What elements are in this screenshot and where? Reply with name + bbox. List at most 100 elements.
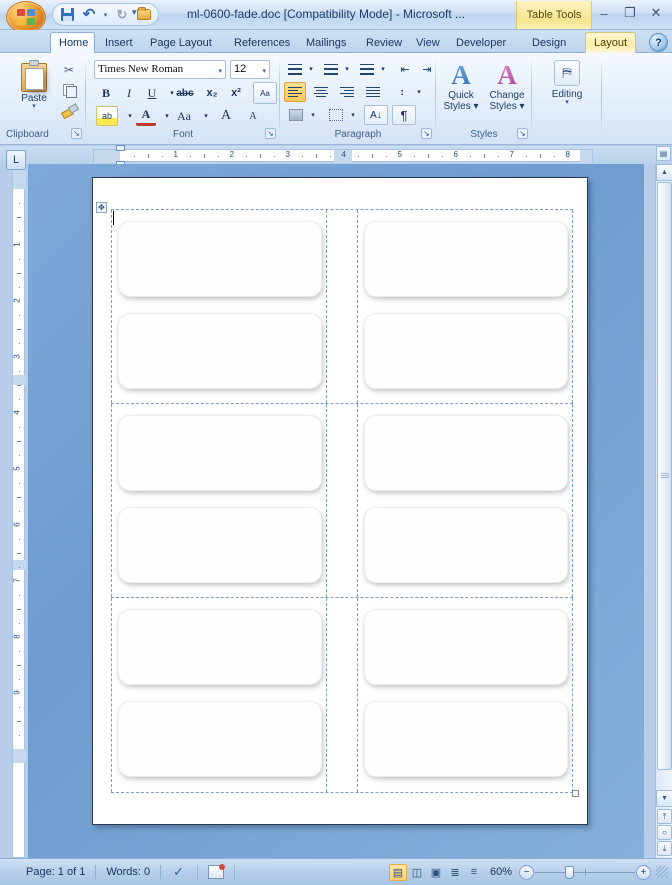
view-full-screen-reading-button[interactable]: ◫ bbox=[408, 864, 426, 881]
view-draft-button[interactable]: ≡ bbox=[465, 864, 483, 881]
select-browse-object-button[interactable]: ○ bbox=[657, 825, 672, 840]
label-shape[interactable] bbox=[119, 222, 321, 296]
label-shape[interactable] bbox=[119, 702, 321, 777]
table-cell[interactable] bbox=[111, 598, 327, 792]
italic-button[interactable]: I bbox=[119, 83, 139, 103]
language-status-button[interactable] bbox=[198, 863, 234, 881]
clear-formatting-button[interactable]: Aa bbox=[253, 82, 277, 104]
strikethrough-button[interactable]: abc bbox=[175, 83, 195, 103]
bullets-dropdown[interactable]: ▾ bbox=[306, 59, 316, 79]
label-shape[interactable] bbox=[365, 507, 567, 582]
shading-dropdown[interactable]: ▾ bbox=[308, 105, 318, 125]
minimize-button[interactable]: – bbox=[592, 4, 616, 22]
scroll-down-button[interactable]: ▼ bbox=[656, 790, 672, 807]
grow-font-button[interactable]: A bbox=[214, 106, 238, 126]
tab-design[interactable]: Design bbox=[524, 32, 574, 53]
table-resize-handle[interactable] bbox=[572, 790, 579, 797]
undo-dropdown[interactable]: ▾ bbox=[101, 5, 110, 24]
label-shape[interactable] bbox=[119, 610, 321, 685]
page-indicator[interactable]: Page: 1 of 1 bbox=[16, 863, 95, 881]
superscript-button[interactable]: x² bbox=[226, 83, 246, 103]
table-cell[interactable] bbox=[111, 210, 327, 403]
show-formatting-marks-button[interactable]: ¶ bbox=[392, 105, 416, 125]
bold-button[interactable]: B bbox=[96, 83, 116, 103]
paragraph-dialog-launcher[interactable]: ↘ bbox=[421, 128, 432, 139]
tab-insert[interactable]: Insert bbox=[97, 32, 141, 53]
previous-page-button[interactable]: ⤒ bbox=[657, 809, 672, 824]
align-left-button[interactable] bbox=[284, 82, 306, 102]
proofing-status-button[interactable] bbox=[161, 863, 197, 881]
zoom-slider-track[interactable] bbox=[535, 865, 635, 880]
paste-button[interactable]: Paste ▾ bbox=[12, 60, 56, 122]
word-count[interactable]: Words: 0 bbox=[96, 863, 160, 881]
zoom-out-button[interactable]: − bbox=[519, 864, 534, 880]
numbering-button[interactable] bbox=[320, 59, 342, 79]
tab-developer[interactable]: Developer bbox=[448, 32, 514, 53]
zoom-slider-handle[interactable] bbox=[565, 865, 574, 879]
label-shape[interactable] bbox=[365, 610, 567, 685]
label-shape[interactable] bbox=[119, 314, 321, 388]
multilevel-dropdown[interactable]: ▾ bbox=[378, 59, 388, 79]
label-shape[interactable] bbox=[365, 702, 567, 777]
sort-button[interactable]: A↓ bbox=[364, 105, 388, 125]
label-shape[interactable] bbox=[119, 415, 321, 490]
document-canvas[interactable]: ✥ bbox=[28, 164, 644, 858]
subscript-button[interactable]: x₂ bbox=[202, 83, 222, 103]
view-outline-button[interactable]: ≣ bbox=[446, 864, 464, 881]
scrollbar-thumb[interactable] bbox=[657, 182, 672, 770]
undo-button[interactable]: ↶ bbox=[79, 5, 99, 24]
label-shape[interactable] bbox=[365, 415, 567, 490]
numbering-dropdown[interactable]: ▾ bbox=[342, 59, 352, 79]
shading-button[interactable] bbox=[284, 105, 308, 125]
underline-button[interactable]: U bbox=[142, 83, 162, 103]
multilevel-list-button[interactable] bbox=[356, 59, 378, 79]
zoom-in-button[interactable]: + bbox=[636, 864, 651, 880]
change-case-dropdown[interactable]: ▾ bbox=[196, 106, 216, 126]
table-cell[interactable] bbox=[111, 403, 327, 598]
change-case-button[interactable]: Aa bbox=[172, 106, 196, 126]
close-button[interactable]: ✕ bbox=[644, 4, 668, 22]
view-print-layout-button[interactable]: ▤ bbox=[388, 863, 407, 881]
maximize-button[interactable]: ❐ bbox=[618, 4, 642, 22]
tab-references[interactable]: References bbox=[226, 32, 298, 53]
editing-button[interactable]: ⛿ Editing ▾ bbox=[544, 60, 590, 122]
clipboard-dialog-launcher[interactable]: ↘ bbox=[71, 128, 82, 139]
text-highlight-button[interactable]: ab bbox=[96, 106, 118, 126]
zoom-level-label[interactable]: 60% bbox=[484, 866, 518, 878]
table-row[interactable] bbox=[111, 598, 573, 793]
next-page-button[interactable]: ⤓ bbox=[657, 841, 672, 856]
save-button[interactable] bbox=[57, 5, 77, 24]
decrease-indent-button[interactable]: ⇤ bbox=[394, 59, 416, 79]
justify-button[interactable] bbox=[362, 82, 384, 102]
align-right-button[interactable] bbox=[336, 82, 358, 102]
customize-qat-button[interactable]: ▾ bbox=[132, 7, 137, 18]
tab-stop-selector[interactable]: L bbox=[6, 150, 26, 170]
redo-button[interactable]: ↻ bbox=[112, 5, 132, 24]
document-page[interactable]: ✥ bbox=[92, 177, 588, 825]
borders-button[interactable] bbox=[324, 105, 348, 125]
resize-grip-icon[interactable] bbox=[656, 866, 668, 878]
cut-button[interactable]: ✂ bbox=[58, 60, 80, 80]
styles-dialog-launcher[interactable]: ↘ bbox=[517, 128, 528, 139]
view-ruler-button[interactable]: ▤ bbox=[656, 146, 671, 161]
tab-review[interactable]: Review bbox=[358, 32, 410, 53]
label-shape[interactable] bbox=[365, 314, 567, 388]
tab-view[interactable]: View bbox=[408, 32, 448, 53]
horizontal-ruler[interactable]: 1 2 3 4 5 6 7 8 bbox=[93, 145, 593, 167]
table-row[interactable] bbox=[111, 403, 573, 599]
change-styles-button[interactable]: A Change Styles ▾ bbox=[484, 60, 530, 122]
bullets-button[interactable] bbox=[284, 59, 306, 79]
tab-layout[interactable]: Layout bbox=[585, 32, 637, 53]
font-size-combobox[interactable]: 12 ▾ bbox=[230, 60, 270, 79]
format-painter-button[interactable] bbox=[58, 100, 80, 120]
tab-home[interactable]: Home bbox=[50, 32, 95, 53]
quick-styles-button[interactable]: A Quick Styles ▾ bbox=[438, 60, 484, 122]
vertical-scrollbar[interactable]: ▲ ▼ ⤒ ○ ⤓ bbox=[655, 164, 672, 858]
tab-mailings[interactable]: Mailings bbox=[298, 32, 354, 53]
first-line-indent-marker[interactable] bbox=[116, 145, 125, 151]
increase-indent-button[interactable]: ⇥ bbox=[416, 59, 438, 79]
align-center-button[interactable] bbox=[310, 82, 332, 102]
table-cell[interactable] bbox=[357, 210, 573, 403]
borders-dropdown[interactable]: ▾ bbox=[348, 105, 358, 125]
vertical-ruler[interactable]: 1 2 3 4 5 6 7 8 9 bbox=[12, 166, 26, 858]
